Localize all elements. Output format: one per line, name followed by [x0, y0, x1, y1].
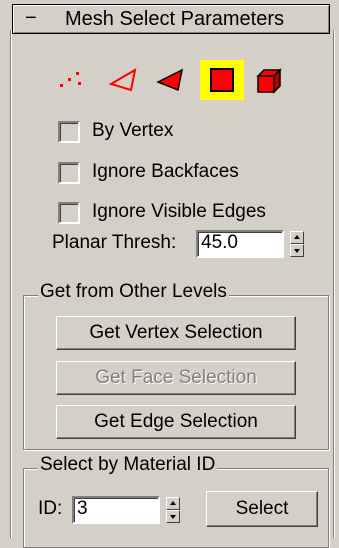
- material-id-spinner[interactable]: [166, 497, 180, 524]
- element-icon[interactable]: [252, 64, 288, 96]
- spinner-down-button[interactable]: [290, 244, 304, 257]
- checkbox-box[interactable]: [58, 162, 80, 184]
- face-icon[interactable]: [152, 64, 188, 96]
- checkbox-box[interactable]: [58, 121, 80, 143]
- planar-thresh-field[interactable]: 45.0: [196, 230, 284, 258]
- rollout-header[interactable]: − Mesh Select Parameters: [12, 4, 330, 34]
- vertex-icon[interactable]: [54, 64, 90, 96]
- checkbox-box[interactable]: [58, 202, 80, 224]
- material-id-label: ID:: [38, 498, 63, 519]
- polygon-icon[interactable]: [200, 60, 244, 100]
- edge-icon[interactable]: [106, 64, 142, 96]
- group-title: Get from Other Levels: [38, 281, 229, 303]
- spinner-down-button[interactable]: [166, 510, 180, 523]
- collapse-toggle[interactable]: −: [25, 7, 37, 30]
- select-button[interactable]: Select: [206, 491, 318, 527]
- get-vertex-selection-button[interactable]: Get Vertex Selection: [56, 316, 296, 350]
- spinner-up-button[interactable]: [290, 231, 304, 244]
- material-id-field[interactable]: 3: [72, 496, 160, 524]
- get-face-selection-button[interactable]: Get Face Selection: [56, 361, 296, 395]
- group-title: Select by Material ID: [38, 454, 218, 476]
- planar-thresh-spinner[interactable]: [290, 231, 304, 258]
- checkbox-label: Ignore Visible Edges: [92, 201, 266, 222]
- checkbox-label: Ignore Backfaces: [92, 161, 239, 182]
- checkbox-label: By Vertex: [92, 120, 174, 141]
- rollout-title: Mesh Select Parameters: [65, 8, 284, 30]
- get-edge-selection-button[interactable]: Get Edge Selection: [56, 405, 296, 439]
- planar-thresh-label: Planar Thresh:: [52, 232, 177, 253]
- spinner-up-button[interactable]: [166, 497, 180, 510]
